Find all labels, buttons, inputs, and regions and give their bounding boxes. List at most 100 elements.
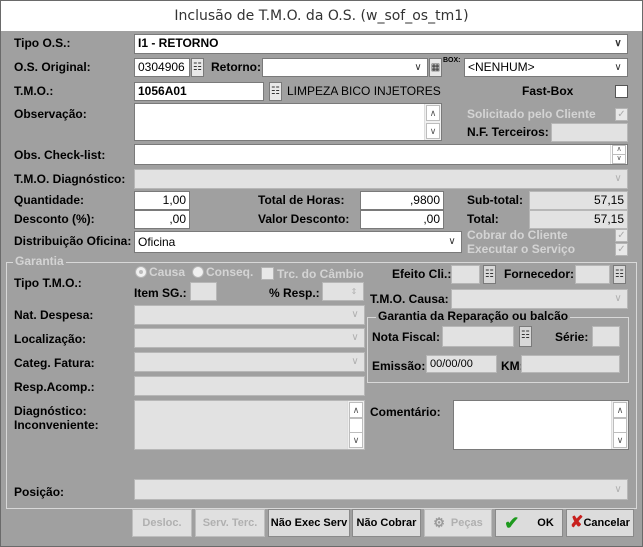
observacao-textarea[interactable]: ∧ ∨ — [134, 103, 442, 141]
serie-field — [592, 326, 620, 347]
dialog-window: Inclusão de T.M.O. da O.S. (w_sof_os_tm1… — [0, 0, 643, 547]
ok-button[interactable]: ✔ OK — [495, 509, 563, 537]
posicao-select: ∨ — [134, 479, 628, 500]
nota-fiscal-field — [442, 326, 514, 347]
lookup-icon[interactable]: ☷ — [191, 58, 204, 77]
chevron-down-icon: ∨ — [614, 293, 622, 304]
tmo-diagnostico-select: ∨ — [134, 169, 628, 189]
tmo-label: T.M.O.: — [14, 84, 54, 98]
chevron-down-icon: ∨ — [448, 236, 456, 247]
serv-terc-button[interactable]: Serv. Terc. — [195, 509, 265, 537]
desloc-button[interactable]: Desloc. — [132, 509, 192, 537]
pecas-label: Peças — [450, 517, 483, 529]
posicao-label: Posição: — [14, 485, 65, 499]
executar-servico-checkbox: ✓ — [615, 243, 628, 256]
valor-desconto-field[interactable]: ,00 — [360, 210, 444, 229]
causa-label: Causa — [149, 265, 186, 279]
chevron-down-icon: ∨ — [351, 356, 359, 367]
obs-checklist-spinner[interactable]: ∧ ∨ — [610, 145, 627, 164]
chevron-down-icon: ∨ — [614, 38, 622, 49]
comentario-textarea[interactable]: ∧ ∨ — [453, 400, 629, 450]
total-horas-field[interactable]: ,9800 — [360, 191, 444, 210]
scroll-down-icon[interactable]: ∨ — [426, 123, 440, 139]
scroll-down-icon[interactable]: ∨ — [612, 154, 626, 164]
scroll-up-icon[interactable]: ∧ — [426, 105, 440, 121]
nf-terceiros-label: N.F. Terceiros: — [467, 125, 549, 139]
nat-despesa-select: ∨ — [134, 305, 365, 325]
tipo-os-select[interactable]: I1 - RETORNO ∨ — [134, 34, 628, 54]
lookup-icon[interactable]: ☷ — [269, 82, 282, 101]
serie-label: Série: — [555, 330, 589, 344]
tmo-code-field[interactable]: 1056A01 — [134, 82, 264, 101]
obs-checklist-label: Obs. Check-list: — [14, 148, 106, 162]
garantia-title: Garantia — [13, 254, 66, 268]
cancel-button[interactable]: ✘Cancelar — [566, 509, 634, 537]
item-sg-field — [190, 282, 217, 301]
tmo-causa-label: T.M.O. Causa: — [370, 292, 449, 306]
window-title: Inclusão de T.M.O. da O.S. (w_sof_os_tm1… — [1, 1, 642, 31]
checkmark-icon: ✔ — [504, 513, 520, 534]
solicitado-cliente-label: Solicitado pelo Cliente — [467, 107, 596, 121]
observacao-scrollbar[interactable]: ∧ ∨ — [424, 104, 441, 140]
desconto-pct-field[interactable]: ,00 — [134, 210, 190, 229]
executar-servico-label: Executar o Serviço — [467, 242, 576, 256]
comentario-scrollbar[interactable]: ∧ ∨ — [611, 401, 628, 449]
desconto-pct-label: Desconto (%): — [14, 212, 95, 226]
pecas-button[interactable]: ⚙ Peças — [424, 509, 492, 537]
quantidade-label: Quantidade: — [14, 193, 85, 207]
scroll-up-icon[interactable]: ∧ — [613, 402, 627, 418]
spinner-icon: ⇕ — [350, 287, 358, 296]
reparacao-title: Garantia da Reparação ou balcão — [376, 309, 571, 323]
nota-fiscal-label: Nota Fiscal: — [372, 330, 441, 344]
subtotal-field: 57,15 — [529, 191, 628, 210]
chevron-down-icon: ∨ — [614, 173, 622, 184]
os-original-label: O.S. Original: — [14, 60, 91, 74]
os-original-field[interactable]: 0304906 — [134, 58, 190, 77]
scroll-up-icon: ∧ — [349, 402, 363, 418]
localizacao-label: Localização: — [14, 332, 87, 346]
quantidade-field[interactable]: 1,00 — [134, 191, 190, 210]
causa-radio[interactable] — [135, 266, 147, 278]
nao-exec-serv-button[interactable]: Não Exec Serv — [268, 509, 350, 537]
scroll-down-icon[interactable]: ∨ — [613, 432, 627, 448]
lookup-icon[interactable]: ☷ — [519, 326, 532, 347]
item-sg-label: Item SG.: — [134, 286, 187, 300]
efeito-cli-field — [451, 265, 480, 284]
distribuicao-select[interactable]: Oficina ∨ — [134, 231, 462, 253]
retorno-label: Retorno: — [211, 60, 261, 74]
diagnostico-textarea: ∧ ∨ — [134, 400, 365, 450]
tmo-causa-select: ∨ — [451, 289, 628, 309]
obs-checklist-field[interactable]: ∧ ∨ — [134, 144, 628, 165]
retorno-select[interactable]: ∨ — [262, 58, 428, 77]
cobrar-cliente-checkbox: ✓ — [615, 229, 628, 242]
total-field: 57,15 — [529, 210, 628, 229]
solicitado-cliente-checkbox: ✓ — [615, 108, 628, 121]
chevron-down-icon: ∨ — [614, 484, 622, 495]
total-horas-label: Total de Horas: — [258, 193, 345, 207]
box-value: <NENHUM> — [468, 60, 535, 74]
nao-cobrar-button[interactable]: Não Cobrar — [352, 509, 421, 537]
conseq-radio[interactable] — [192, 266, 204, 278]
diagnostico-scrollbar: ∧ ∨ — [347, 401, 364, 449]
valor-desconto-label: Valor Desconto: — [258, 212, 350, 226]
folder-icon[interactable]: ▦ — [429, 58, 442, 77]
resp-acomp-field — [134, 376, 365, 396]
lookup-icon[interactable]: ☷ — [483, 265, 496, 284]
distribuicao-label: Distribuição Oficina: — [14, 234, 132, 248]
tipo-os-label: Tipo O.S.: — [14, 36, 71, 50]
categ-fatura-select: ∨ — [134, 352, 365, 372]
lookup-icon[interactable]: ☷ — [613, 265, 626, 284]
conseq-label: Conseq. — [206, 265, 254, 279]
emissao-field: 00/00/00 — [426, 355, 497, 373]
tmo-diagnostico-label: T.M.O. Diagnóstico: — [14, 172, 126, 186]
total-label: Total: — [467, 212, 499, 226]
observacao-label: Observação: — [14, 107, 87, 121]
nat-despesa-label: Nat. Despesa: — [14, 308, 94, 322]
tmo-description: LIMPEZA BICO INJETORES — [287, 84, 441, 98]
form-body: Tipo O.S.: I1 - RETORNO ∨ O.S. Original:… — [1, 31, 642, 546]
distribuicao-value: Oficina — [138, 235, 176, 249]
box-select[interactable]: <NENHUM> ∨ — [464, 58, 628, 77]
fast-box-checkbox[interactable] — [615, 85, 628, 98]
fast-box-label: Fast-Box — [522, 84, 574, 98]
trc-cambio-checkbox — [261, 267, 274, 280]
